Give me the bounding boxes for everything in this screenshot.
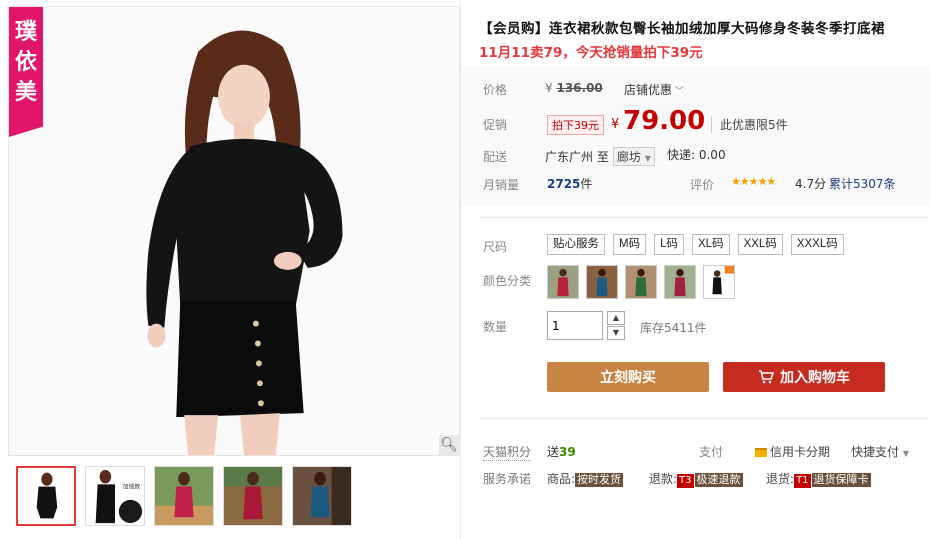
points-value: 39 [559,445,576,459]
quantity-decrease-button[interactable]: ▼ [607,326,625,340]
quantity-input[interactable] [547,311,603,340]
thumbnail-black-dress[interactable] [16,466,76,526]
credit-installment-label: 信用卡分期 [770,445,831,459]
quick-pay-label: 快捷支付 [851,445,900,459]
thumbnail-strip: 加绒款 [16,466,352,526]
triangle-down-icon: ▼ [644,154,651,163]
ship-origin: 广东广州 至廊坊 ▼ [545,147,655,166]
quick-pay[interactable]: 快捷支付 ▼ [851,443,909,460]
currency-symbol: ¥ [611,117,620,132]
fast-refund-badge[interactable]: 极速退款 [694,473,743,487]
promo-label: 促销 [483,118,508,132]
review-count-link[interactable]: 累计5307条 [829,175,896,192]
main-product-photo[interactable] [9,7,459,455]
color-swatch-red-2[interactable] [664,265,696,299]
ship-from-city: 广东广州 [545,150,594,164]
magnifier-icon[interactable]: 🔍︎ [439,435,459,455]
add-to-cart-button[interactable]: 加入购物车 [723,362,885,392]
size-option-xl[interactable]: XL码 [692,234,730,255]
star-rating-icon: ★★★★★ [731,175,776,188]
service-label: 服务承诺 [483,472,532,486]
monthly-sales-label: 月销量 [483,178,520,192]
purchase-limit: 此优惠限5件 [711,116,788,133]
size-option-service[interactable]: 贴心服务 [547,234,605,255]
cart-icon [759,370,774,384]
shop-discount-dropdown[interactable]: 店铺优惠 ﹀ [624,81,684,98]
quantity-increase-button[interactable]: ▲ [607,311,625,325]
sales-count: 2725 [547,177,581,191]
size-options: 贴心服务 M码 L码 XL码 XXL码 XXXL码 [547,234,844,255]
chevron-down-icon: ﹀ [672,87,684,97]
current-price: 79.00 [623,106,706,136]
points-label[interactable]: 天猫积分 [483,443,532,461]
service-refund: 退款: T3 极速退款 [649,470,743,488]
add-to-cart-label: 加入购物车 [780,369,850,385]
sales-unit: 件 [580,177,593,191]
ship-to-word: 至 [596,150,609,164]
thumbnail-red-dress-outdoor[interactable] [223,466,283,526]
express-fee: 快递: 0.00 [667,148,726,162]
brand-badge: 璞 依 美 [9,7,43,137]
credit-card-icon [755,448,767,457]
triangle-down-icon: ▼ [902,449,909,458]
stock-count: 库存5411件 [640,321,707,335]
size-option-m[interactable]: M码 [613,234,647,255]
brand-char: 依 [14,49,37,75]
rating-label: 评价 [690,178,715,192]
divider [479,217,929,218]
product-title: 【会员购】连衣裙秋款包臀长袖加绒加厚大码修身冬装冬季打底裙 [479,21,885,37]
service-return: 退货: T1 退货保障卡 [766,470,871,488]
return-guarantee-badge[interactable]: 退货保障卡 [811,473,871,487]
service-return-prefix: 退货: [766,472,795,486]
color-options [547,265,735,299]
service-refund-prefix: 退款: [649,472,678,486]
color-swatch-black[interactable] [703,265,735,299]
buy-now-button[interactable]: 立刻购买 [547,362,709,392]
monthly-sales: 2725件 [547,175,592,192]
shop-discount-label: 店铺优惠 [624,83,673,97]
credit-installment[interactable]: 信用卡分期 [755,443,830,460]
thumbnail-red-dress[interactable] [154,466,214,526]
points-prefix: 送 [547,445,560,459]
brand-char: 璞 [14,19,37,45]
svg-text:加绒款: 加绒款 [123,482,141,490]
price-label: 价格 [483,83,508,97]
ship-destination: 廊坊 [616,150,641,164]
brand-char: 美 [14,79,37,105]
product-gallery: 璞 依 美 🔍︎ [8,6,460,456]
shipping-label: 配送 [483,150,508,164]
size-option-xxxl[interactable]: XXXL码 [790,234,844,255]
refund-tier-badge: T3 [677,474,694,488]
size-option-l[interactable]: L码 [654,234,684,255]
size-option-xxl[interactable]: XXL码 [737,234,783,255]
size-label: 尺码 [483,240,508,254]
service-goods: 商品: 按时发货 [547,470,624,487]
color-swatch-green[interactable] [625,265,657,299]
payment-label: 支付 [699,445,724,459]
divider [479,418,929,419]
thumbnail-blue-dress[interactable] [292,466,352,526]
quantity-label: 数量 [483,320,508,334]
original-price-value: 136.00 [556,81,603,95]
original-price: ¥ 136.00 [545,81,603,95]
promo-headline: 11月11卖79，今天抢销量拍下39元 [479,45,703,61]
color-swatch-red[interactable] [547,265,579,299]
on-time-shipping-badge[interactable]: 按时发货 [575,473,624,487]
rating-score: 4.7分 [795,177,827,191]
ship-destination-select[interactable]: 廊坊 ▼ [612,147,655,166]
color-label: 颜色分类 [483,274,532,288]
currency-symbol: ¥ [545,81,553,95]
service-goods-prefix: 商品: [547,472,576,486]
thumbnail-fleece-dress[interactable]: 加绒款 [85,466,145,526]
promo-tag: 拍下39元 [547,115,604,135]
color-swatch-blue[interactable] [586,265,618,299]
price-panel: 价格 ¥ 136.00 店铺优惠 ﹀ 促销 拍下39元 ¥ 79.00 此优惠限… [461,66,930,206]
product-details: 【会员购】连衣裙秋款包臀长袖加绒加厚大码修身冬装冬季打底裙 11月11卖79，今… [460,0,930,539]
points-reward: 送39 [547,443,576,460]
return-tier-badge: T1 [794,474,811,488]
